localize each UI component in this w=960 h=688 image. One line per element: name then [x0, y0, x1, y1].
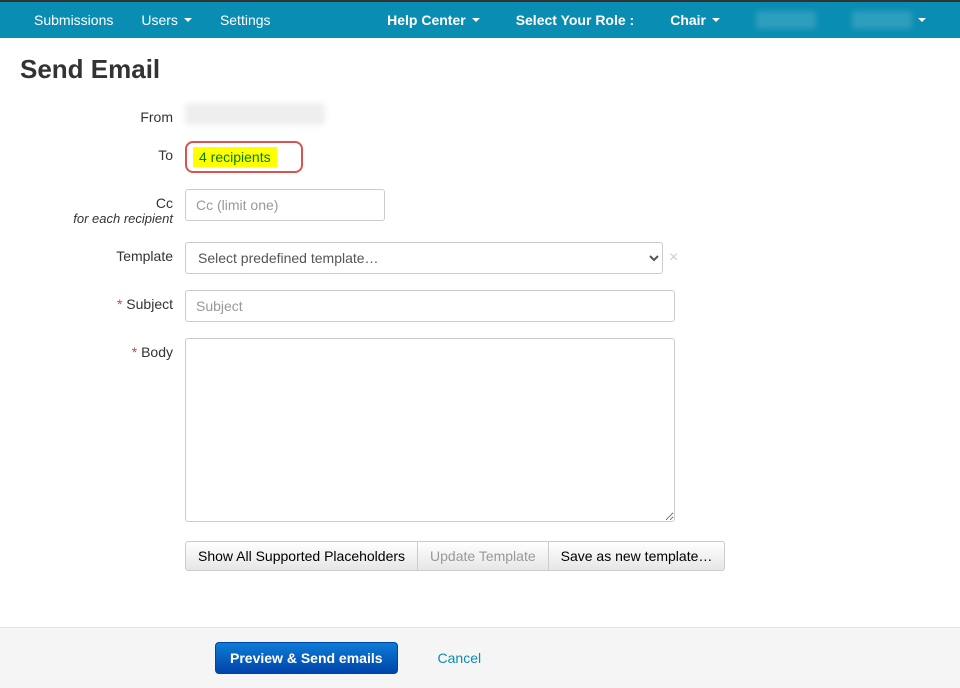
nav-chair[interactable]: Chair [656, 4, 734, 36]
nav-help-center-label: Help Center [387, 12, 466, 28]
required-marker: * [132, 344, 141, 360]
update-template-button: Update Template [418, 541, 549, 571]
from-label: From [20, 103, 185, 125]
nav-settings-label: Settings [220, 12, 271, 28]
row-template: Template Select predefined template… × [20, 242, 940, 274]
caret-down-icon [712, 18, 720, 22]
nav-role-label: Select Your Role : [502, 4, 649, 36]
subject-label-wrap: * Subject [20, 290, 185, 312]
row-from: From [20, 103, 940, 125]
footer-bar: Preview & Send emails Cancel [0, 627, 960, 688]
from-value [185, 103, 325, 125]
to-highlight-box: 4 recipients [185, 141, 303, 173]
clear-template-icon[interactable]: × [669, 249, 678, 267]
required-marker: * [117, 296, 126, 312]
template-select[interactable]: Select predefined template… [185, 242, 663, 274]
navbar: Submissions Users Settings Help Center S… [0, 0, 960, 38]
body-label: Body [141, 344, 173, 360]
body-label-wrap: * Body [20, 338, 185, 360]
nav-role-label-text: Select Your Role : [516, 12, 635, 28]
subject-label: Subject [126, 296, 173, 312]
row-template-buttons: Show All Supported Placeholders Update T… [20, 541, 940, 571]
spacer [20, 541, 185, 547]
row-cc: Cc for each recipient [20, 189, 940, 226]
show-placeholders-button[interactable]: Show All Supported Placeholders [185, 541, 418, 571]
nav-submissions[interactable]: Submissions [20, 4, 127, 36]
from-blurred-value [185, 103, 325, 125]
nav-users[interactable]: Users [127, 4, 206, 36]
nav-users-label: Users [141, 12, 178, 28]
nav-user-blur-1[interactable] [742, 3, 830, 37]
page-content: Send Email From To 4 recipients Cc for e… [0, 38, 960, 617]
cc-sublabel: for each recipient [20, 211, 173, 226]
subject-input[interactable] [185, 290, 675, 322]
save-template-button[interactable]: Save as new template… [549, 541, 726, 571]
page-title: Send Email [20, 54, 940, 85]
blurred-text [852, 11, 912, 29]
template-input-wrap: Select predefined template… × [185, 242, 678, 274]
template-button-wrap: Show All Supported Placeholders Update T… [185, 541, 725, 571]
to-recipients-badge[interactable]: 4 recipients [193, 147, 277, 167]
nav-settings[interactable]: Settings [206, 4, 285, 36]
row-subject: * Subject [20, 290, 940, 322]
cc-input-wrap [185, 189, 385, 221]
cc-input[interactable] [185, 189, 385, 221]
row-body: * Body [20, 338, 940, 525]
cancel-link[interactable]: Cancel [438, 650, 482, 666]
preview-send-button[interactable]: Preview & Send emails [215, 642, 398, 674]
nav-help-center[interactable]: Help Center [373, 4, 494, 36]
template-label: Template [20, 242, 185, 264]
nav-submissions-label: Submissions [34, 12, 113, 28]
nav-chair-label: Chair [670, 12, 706, 28]
to-label: To [20, 141, 185, 163]
caret-down-icon [918, 18, 926, 22]
template-button-group: Show All Supported Placeholders Update T… [185, 541, 725, 571]
row-to: To 4 recipients [20, 141, 940, 173]
subject-input-wrap [185, 290, 675, 322]
cc-label: Cc [156, 195, 173, 211]
nav-right: Help Center Select Your Role : Chair [373, 3, 940, 37]
caret-down-icon [184, 18, 192, 22]
nav-user-blur-2[interactable] [838, 3, 940, 37]
to-value-wrap: 4 recipients [185, 141, 303, 173]
cc-label-wrap: Cc for each recipient [20, 189, 185, 226]
nav-left: Submissions Users Settings [20, 4, 285, 36]
body-input-wrap [185, 338, 675, 525]
blurred-text [756, 11, 816, 29]
caret-down-icon [472, 18, 480, 22]
body-textarea[interactable] [185, 338, 675, 522]
